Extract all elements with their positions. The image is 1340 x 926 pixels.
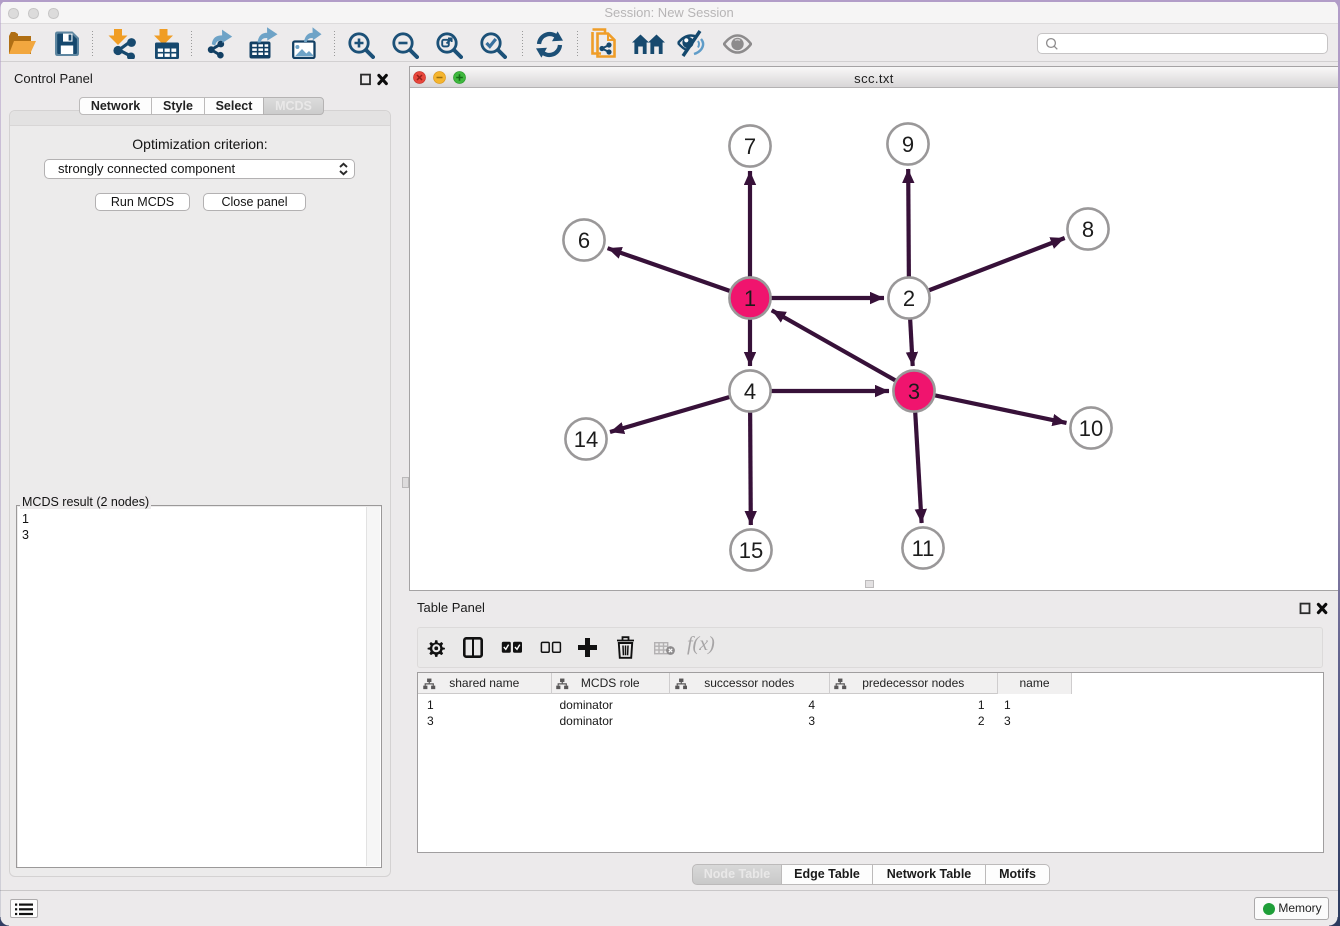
svg-text:14: 14 [574, 427, 598, 452]
svg-text:2: 2 [903, 286, 915, 311]
svg-text:3: 3 [908, 379, 920, 404]
svg-text:9: 9 [902, 132, 914, 157]
svg-text:8: 8 [1082, 217, 1094, 242]
svg-text:10: 10 [1079, 416, 1103, 441]
svg-text:15: 15 [739, 538, 763, 563]
svg-text:7: 7 [744, 134, 756, 159]
svg-text:11: 11 [912, 536, 935, 561]
svg-text:1: 1 [744, 286, 756, 311]
svg-text:4: 4 [744, 379, 756, 404]
svg-text:6: 6 [578, 228, 590, 253]
